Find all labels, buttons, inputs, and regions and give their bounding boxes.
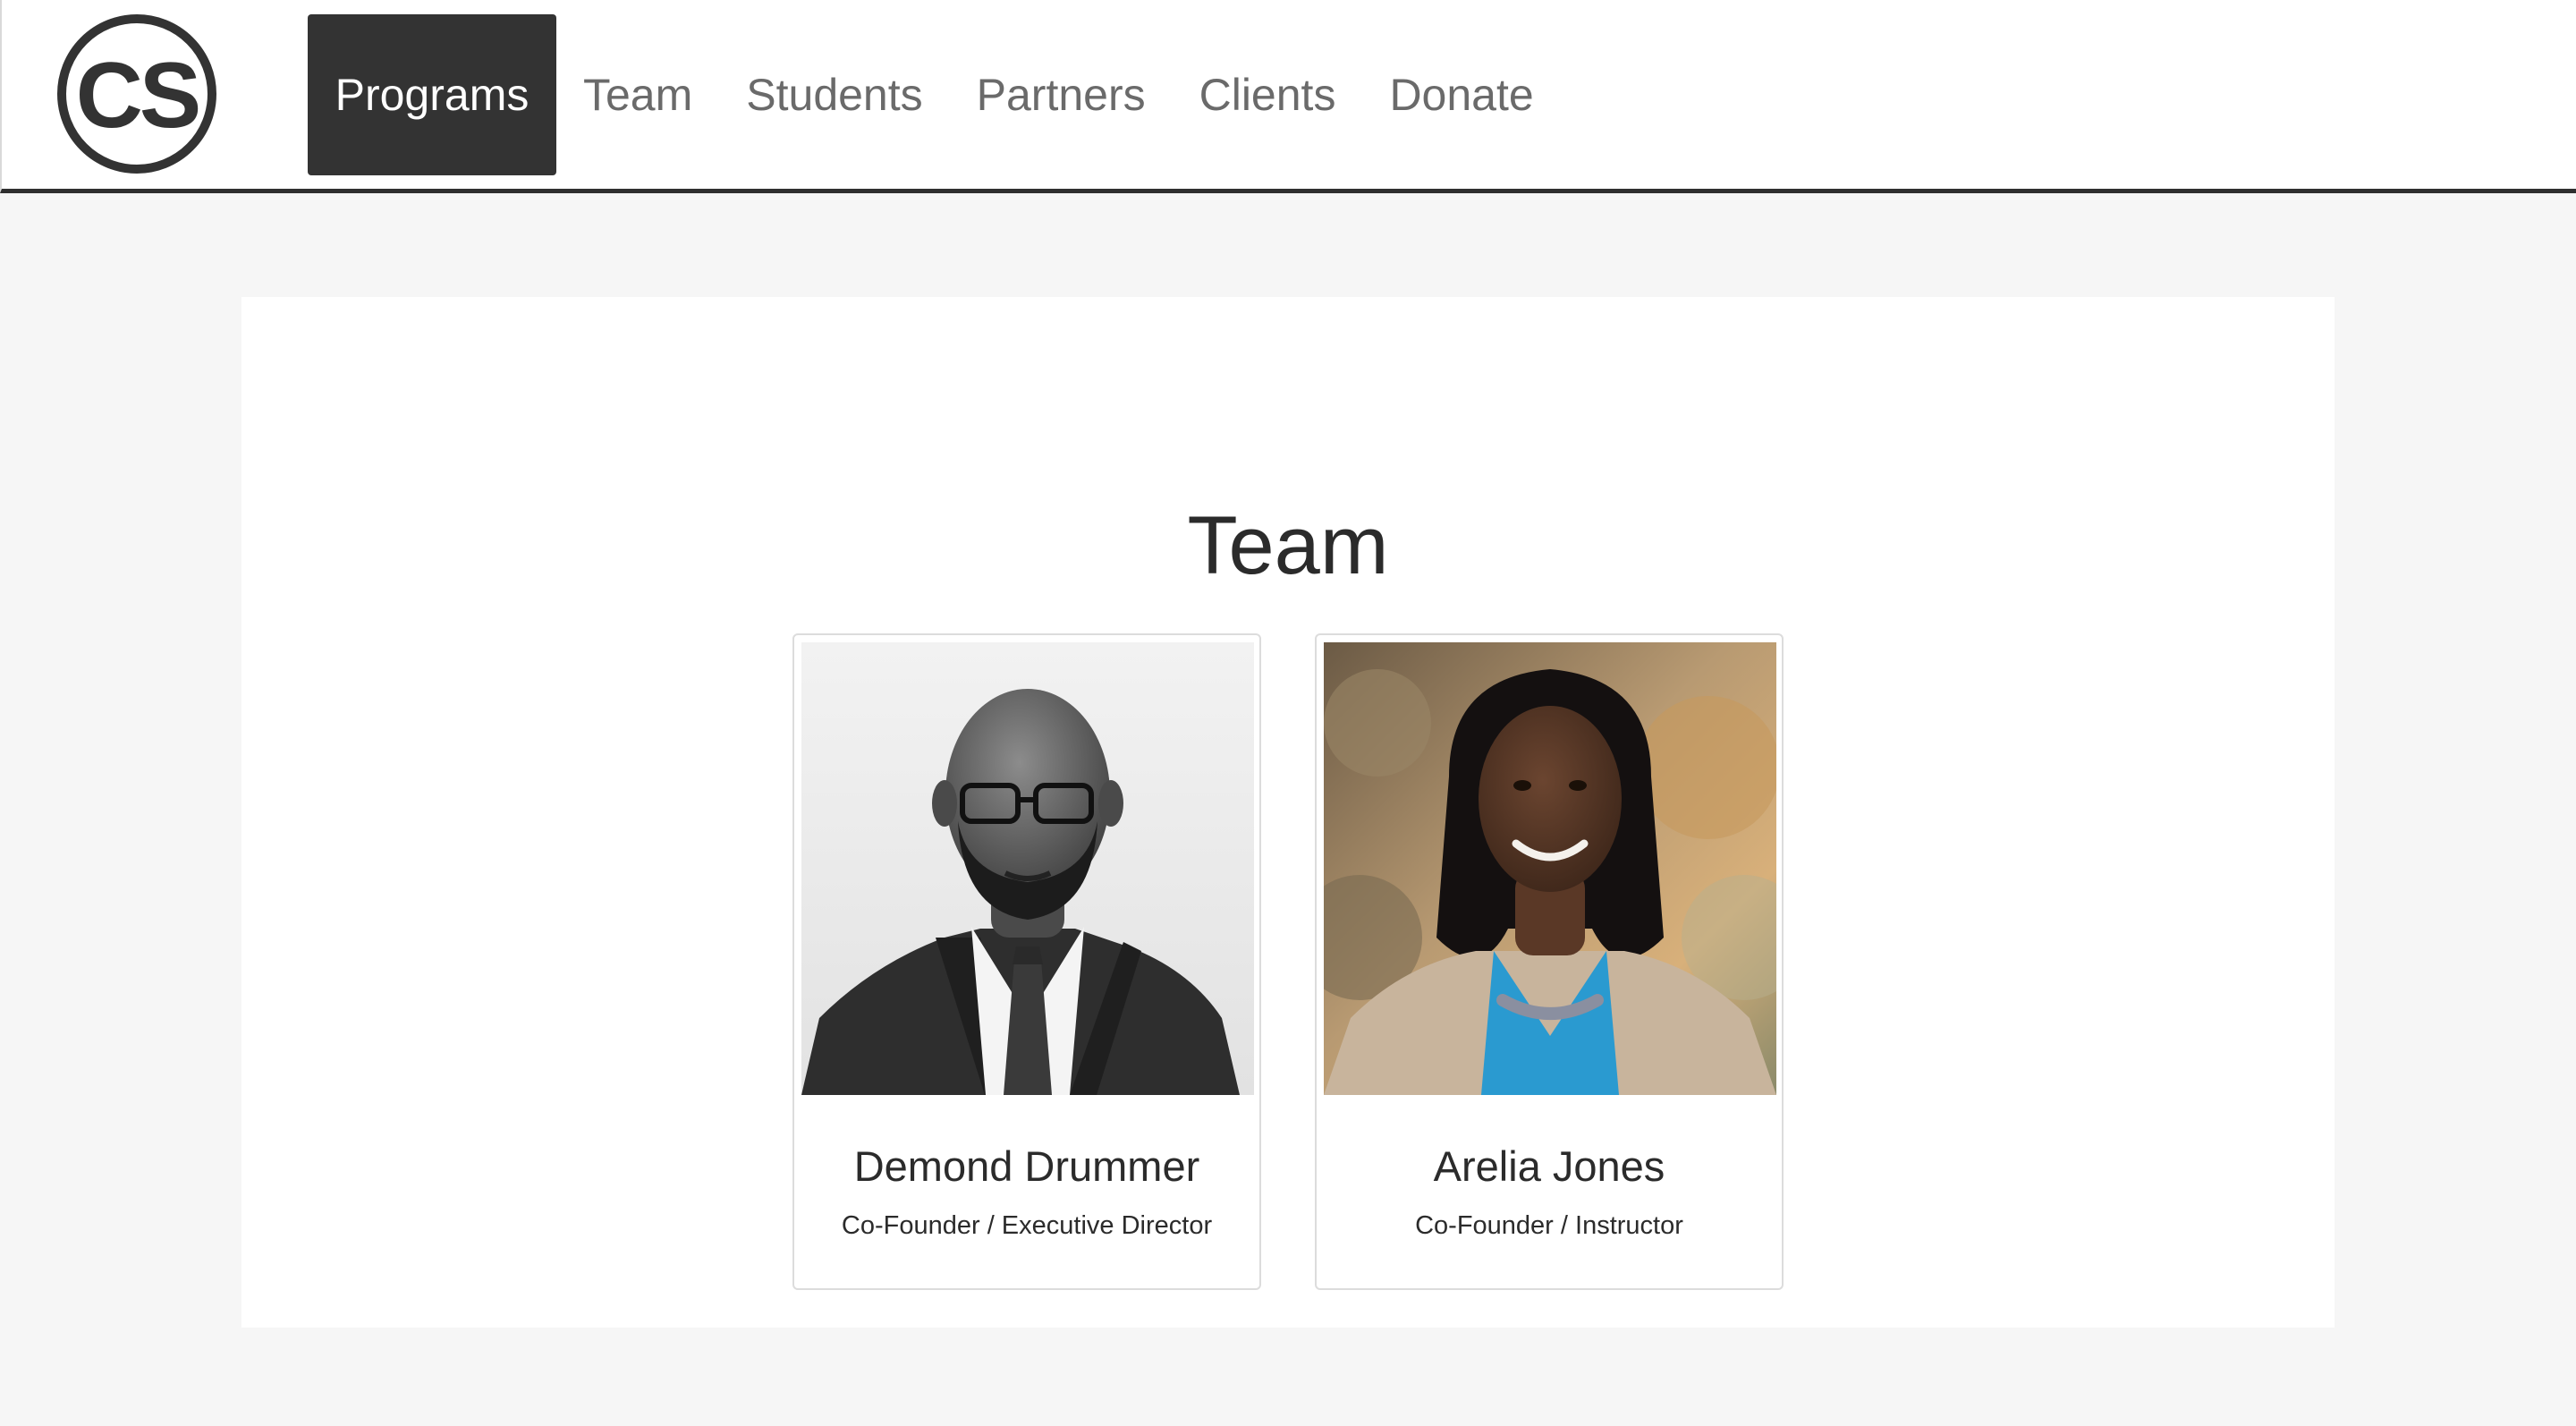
team-member-card: Arelia Jones Co-Founder / Instructor <box>1315 633 1784 1290</box>
member-photo <box>1324 642 1776 1095</box>
nav-item-donate[interactable]: Donate <box>1362 14 1560 175</box>
nav-item-partners[interactable]: Partners <box>950 14 1173 175</box>
member-name: Demond Drummer <box>853 1142 1200 1190</box>
team-member-card: Demond Drummer Co-Founder / Executive Di… <box>792 633 1261 1290</box>
member-role: Co-Founder / Instructor <box>1415 1211 1683 1240</box>
nav-item-students[interactable]: Students <box>719 14 949 175</box>
nav-item-team[interactable]: Team <box>556 14 719 175</box>
page-title: Team <box>1187 500 1389 591</box>
member-name: Arelia Jones <box>1433 1142 1665 1190</box>
logo-text: CS <box>75 44 201 148</box>
site-header: CS Programs Team Students Partners Clien… <box>0 0 2576 193</box>
member-role: Co-Founder / Executive Director <box>841 1211 1213 1240</box>
member-photo <box>801 642 1254 1095</box>
nav-item-programs[interactable]: Programs <box>308 14 556 175</box>
team-panel: Team Demond Drummer Co-Founder / Executi… <box>242 297 2334 1328</box>
site-logo[interactable]: CS <box>57 14 216 174</box>
nav-item-clients[interactable]: Clients <box>1173 14 1363 175</box>
main-nav: Programs Team Students Partners Clients … <box>308 14 1561 175</box>
